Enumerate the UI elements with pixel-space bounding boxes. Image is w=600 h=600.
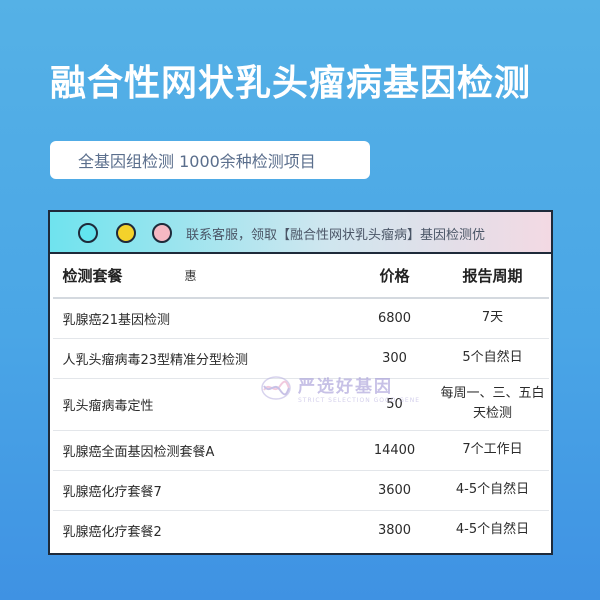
package-cycle: 7天 [436,298,549,339]
package-price: 14400 [352,430,437,471]
package-cycle: 每周一、三、五白天检测 [436,378,549,431]
table-row[interactable]: 乳腺癌化疗套餐7 3600 4-5个自然日 [52,470,549,511]
table-row[interactable]: 乳头瘤病毒定性 50 每周一、三、五白天检测 [52,378,549,431]
window-title-bar: 联系客服，领取【融合性网状乳头瘤病】基因检测优 [50,212,551,254]
column-header-cycle: 报告周期 [436,254,549,299]
package-name: 人乳头瘤病毒23型精准分型检测 [52,338,353,379]
package-cycle: 4-5个自然日 [455,522,530,538]
package-price: 6800 [352,298,437,339]
package-price: 50 [352,378,437,431]
header-note: 惠 [184,269,197,283]
test-package-table: 检测套餐 惠 价格 报告周期 乳腺癌21基因检测 6800 7天 人乳头瘤病毒2… [52,254,549,550]
window-dot-yellow-icon [116,223,136,243]
info-window: 联系客服，领取【融合性网状乳头瘤病】基因检测优 检测套餐 惠 价格 报告周期 乳… [48,210,553,555]
table-row[interactable]: 乳腺癌化疗套餐2 3800 4-5个自然日 [53,510,549,550]
package-name: 乳腺癌化疗套餐7 [52,470,353,511]
package-name: 乳腺癌21基因检测 [52,298,353,339]
package-cycle: 5个自然日 [436,338,549,379]
table-row[interactable]: 乳腺癌21基因检测 6800 7天 [52,298,549,339]
table-row[interactable]: 乳腺癌全面基因检测套餐A 14400 7个工作日 [52,430,549,471]
package-price: 3600 [352,470,437,511]
table-row[interactable]: 人乳头瘤病毒23型精准分型检测 300 5个自然日 [52,338,549,379]
package-price: 3800 [377,522,412,538]
package-cycle: 4-5个自然日 [436,470,549,511]
page-title: 融合性网状乳头瘤病基因检测 [50,63,532,104]
package-price: 300 [352,338,437,379]
package-name: 乳腺癌全面基因检测套餐A [52,430,353,471]
package-name: 乳头瘤病毒定性 [52,378,353,431]
package-name: 乳腺癌化疗套餐2 [62,524,162,540]
window-dot-pink-icon [152,223,172,243]
contact-notice[interactable]: 联系客服，领取【融合性网状乳头瘤病】基因检测优 [186,224,485,243]
subtitle-badge: 全基因组检测 1000余种检测项目 [50,141,370,179]
column-header-package: 检测套餐 惠 [52,254,353,299]
package-cycle: 7个工作日 [436,430,549,471]
window-dot-cyan-icon [78,223,98,243]
subtitle-text: 全基因组检测 1000余种检测项目 [78,152,316,171]
table-header-row: 检测套餐 惠 价格 报告周期 [52,254,549,299]
column-header-price: 价格 [352,254,437,299]
